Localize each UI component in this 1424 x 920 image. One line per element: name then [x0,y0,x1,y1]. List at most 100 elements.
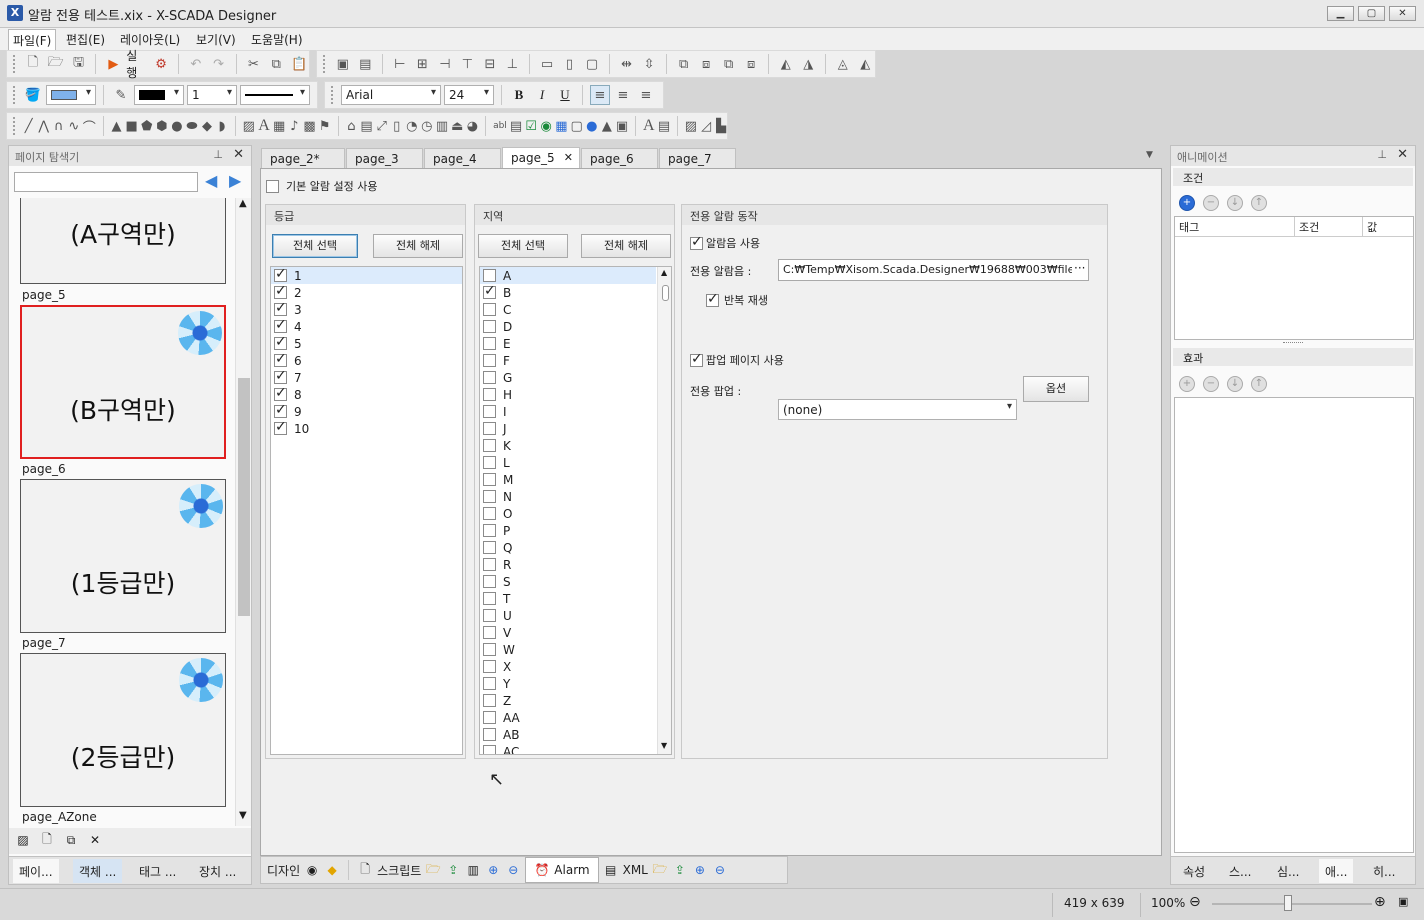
area-list-item[interactable]: H [480,386,656,403]
pump-tool-icon[interactable]: ⏏ [451,116,463,136]
copy-page-icon[interactable]: ⧉ [63,832,79,848]
grade-checkbox[interactable] [274,419,287,435]
area-checkbox[interactable] [483,269,496,282]
area-checkbox[interactable] [483,711,496,724]
area-checkbox[interactable] [483,456,496,469]
menu-edit[interactable]: 편집(E) [62,31,109,48]
sound-tool-icon[interactable]: ♪ [288,116,300,136]
toolbar-grip[interactable] [13,117,16,135]
grade-checkbox[interactable] [274,351,287,367]
grade-checkbox[interactable] [274,402,287,418]
bezier-tool-icon[interactable]: ∿ [68,116,80,136]
use-default-alarm-checkbox[interactable] [266,179,279,193]
area-checkbox[interactable] [483,405,496,418]
area-list-item[interactable]: S [480,573,656,590]
send-back-icon[interactable]: ⧈ [696,54,716,74]
scroll-up-icon[interactable]: ▲ [661,268,667,277]
flip-horizontal-icon[interactable]: ◭ [776,54,796,74]
tab-list-dropdown-icon[interactable]: ▼ [1146,150,1153,160]
space-vertical-icon[interactable]: ⇳ [639,54,659,74]
toolbar-grip[interactable] [13,55,16,73]
table-control-icon[interactable]: ▤ [658,116,670,136]
area-checkbox[interactable] [483,609,496,622]
grade-checkbox[interactable] [274,334,287,350]
circle-tool-icon[interactable]: ● [171,116,183,136]
area-list-item[interactable]: L [480,454,656,471]
grade-checkbox[interactable] [274,283,287,299]
fill-bucket-icon[interactable]: 🪣 [23,85,43,105]
align-text-left-icon[interactable]: ≡ [590,85,610,105]
effect-down-icon[interactable]: ↓ [1227,376,1243,392]
area-checkbox[interactable] [483,507,496,520]
menu-layout[interactable]: 레이아웃(L) [116,31,184,48]
area-list-item[interactable]: Y [480,675,656,692]
area-list-item[interactable]: F [480,352,656,369]
area-checkbox[interactable] [483,490,496,503]
font-control-icon[interactable]: A [643,116,655,136]
area-checkbox[interactable] [483,728,496,741]
xml-zoom-out-icon[interactable]: ⊖ [712,862,728,878]
use-popup-row[interactable]: 팝업 페이지 사용 [690,351,784,368]
page-thumbnail[interactable]: (A구역만) [20,198,226,284]
area-checkbox[interactable] [483,371,496,384]
ungroup-icon[interactable]: ▤ [356,54,376,74]
area-checkbox[interactable] [483,422,496,435]
grade-list-item[interactable]: 10 [271,419,462,437]
area-list-item[interactable]: K [480,437,656,454]
area-list-item[interactable]: O [480,505,656,522]
tab-history[interactable]: 히... [1367,859,1401,883]
grade-list-item[interactable]: 7 [271,368,462,386]
italic-button[interactable]: I [532,85,552,105]
area-list-item[interactable]: M [480,471,656,488]
rotate-left-icon[interactable]: ◬ [833,54,853,74]
tab-style[interactable]: 스... [1223,859,1257,883]
area-list-item[interactable]: R [480,556,656,573]
area-checkbox[interactable] [483,745,496,754]
scroll-thumb[interactable] [662,285,669,301]
grade-list-item[interactable]: 4 [271,317,462,335]
tab-object[interactable]: 객체 ... [73,859,123,883]
font-name-combo[interactable]: Arial [341,85,441,105]
same-size-icon[interactable]: ▢ [582,54,602,74]
area-checkbox[interactable] [483,439,496,452]
area-checkbox[interactable] [483,524,496,537]
space-horizontal-icon[interactable]: ⇹ [617,54,637,74]
arc-tool-icon[interactable]: ⌒ [83,116,96,136]
align-text-center-icon[interactable]: ≡ [613,85,633,105]
use-popup-checkbox[interactable] [690,351,703,367]
siren-icon[interactable]: ▣ [616,116,628,136]
tab-page-3[interactable]: page_3 [346,148,423,168]
toolbar-grip[interactable] [13,86,16,104]
copy-icon[interactable]: ⧉ [266,54,286,74]
tab-properties[interactable]: 속성 [1177,859,1211,883]
triangle-tool-icon[interactable]: ▲ [110,116,122,136]
grade-checkbox[interactable] [274,317,287,333]
line-tool-icon[interactable]: ╱ [23,116,35,136]
grade-list-item[interactable]: 3 [271,300,462,318]
scroll-down-icon[interactable]: ▼ [661,741,667,750]
area-clear-all-button[interactable]: 전체 해제 [581,234,671,258]
remove-condition-icon[interactable]: − [1203,195,1219,211]
zoom-out-icon[interactable]: ⊖ [505,862,521,878]
zoom-out-icon[interactable]: ⊖ [1189,894,1201,910]
move-down-icon[interactable]: ↓ [1227,195,1243,211]
maximize-button[interactable]: ▢ [1358,6,1385,21]
grade-checkbox[interactable] [274,385,287,401]
area-list-item[interactable]: B [480,283,656,301]
tank-tool-icon[interactable]: ▥ [436,116,448,136]
area-list-item[interactable]: E [480,335,656,352]
page-thumbnail-selected[interactable]: (B구역만) [20,305,226,459]
area-list-item[interactable]: AB [480,726,656,743]
valve-tool-icon[interactable]: ◕ [466,116,478,136]
grade-select-all-button[interactable]: 전체 선택 [272,234,358,258]
checkbox-control-icon[interactable]: ☑ [525,116,537,136]
text-tool-icon[interactable]: A [258,116,270,136]
align-left-icon[interactable]: ⊢ [390,54,410,74]
align-text-right-icon[interactable]: ≡ [636,85,656,105]
area-checkbox[interactable] [483,660,496,673]
same-width-icon[interactable]: ▭ [537,54,557,74]
histogram-control-icon[interactable]: ▙ [715,116,727,136]
area-checkbox[interactable] [483,473,496,486]
tab-page-6[interactable]: page_6 [581,148,658,168]
grade-list-item[interactable]: 1 [271,267,462,284]
